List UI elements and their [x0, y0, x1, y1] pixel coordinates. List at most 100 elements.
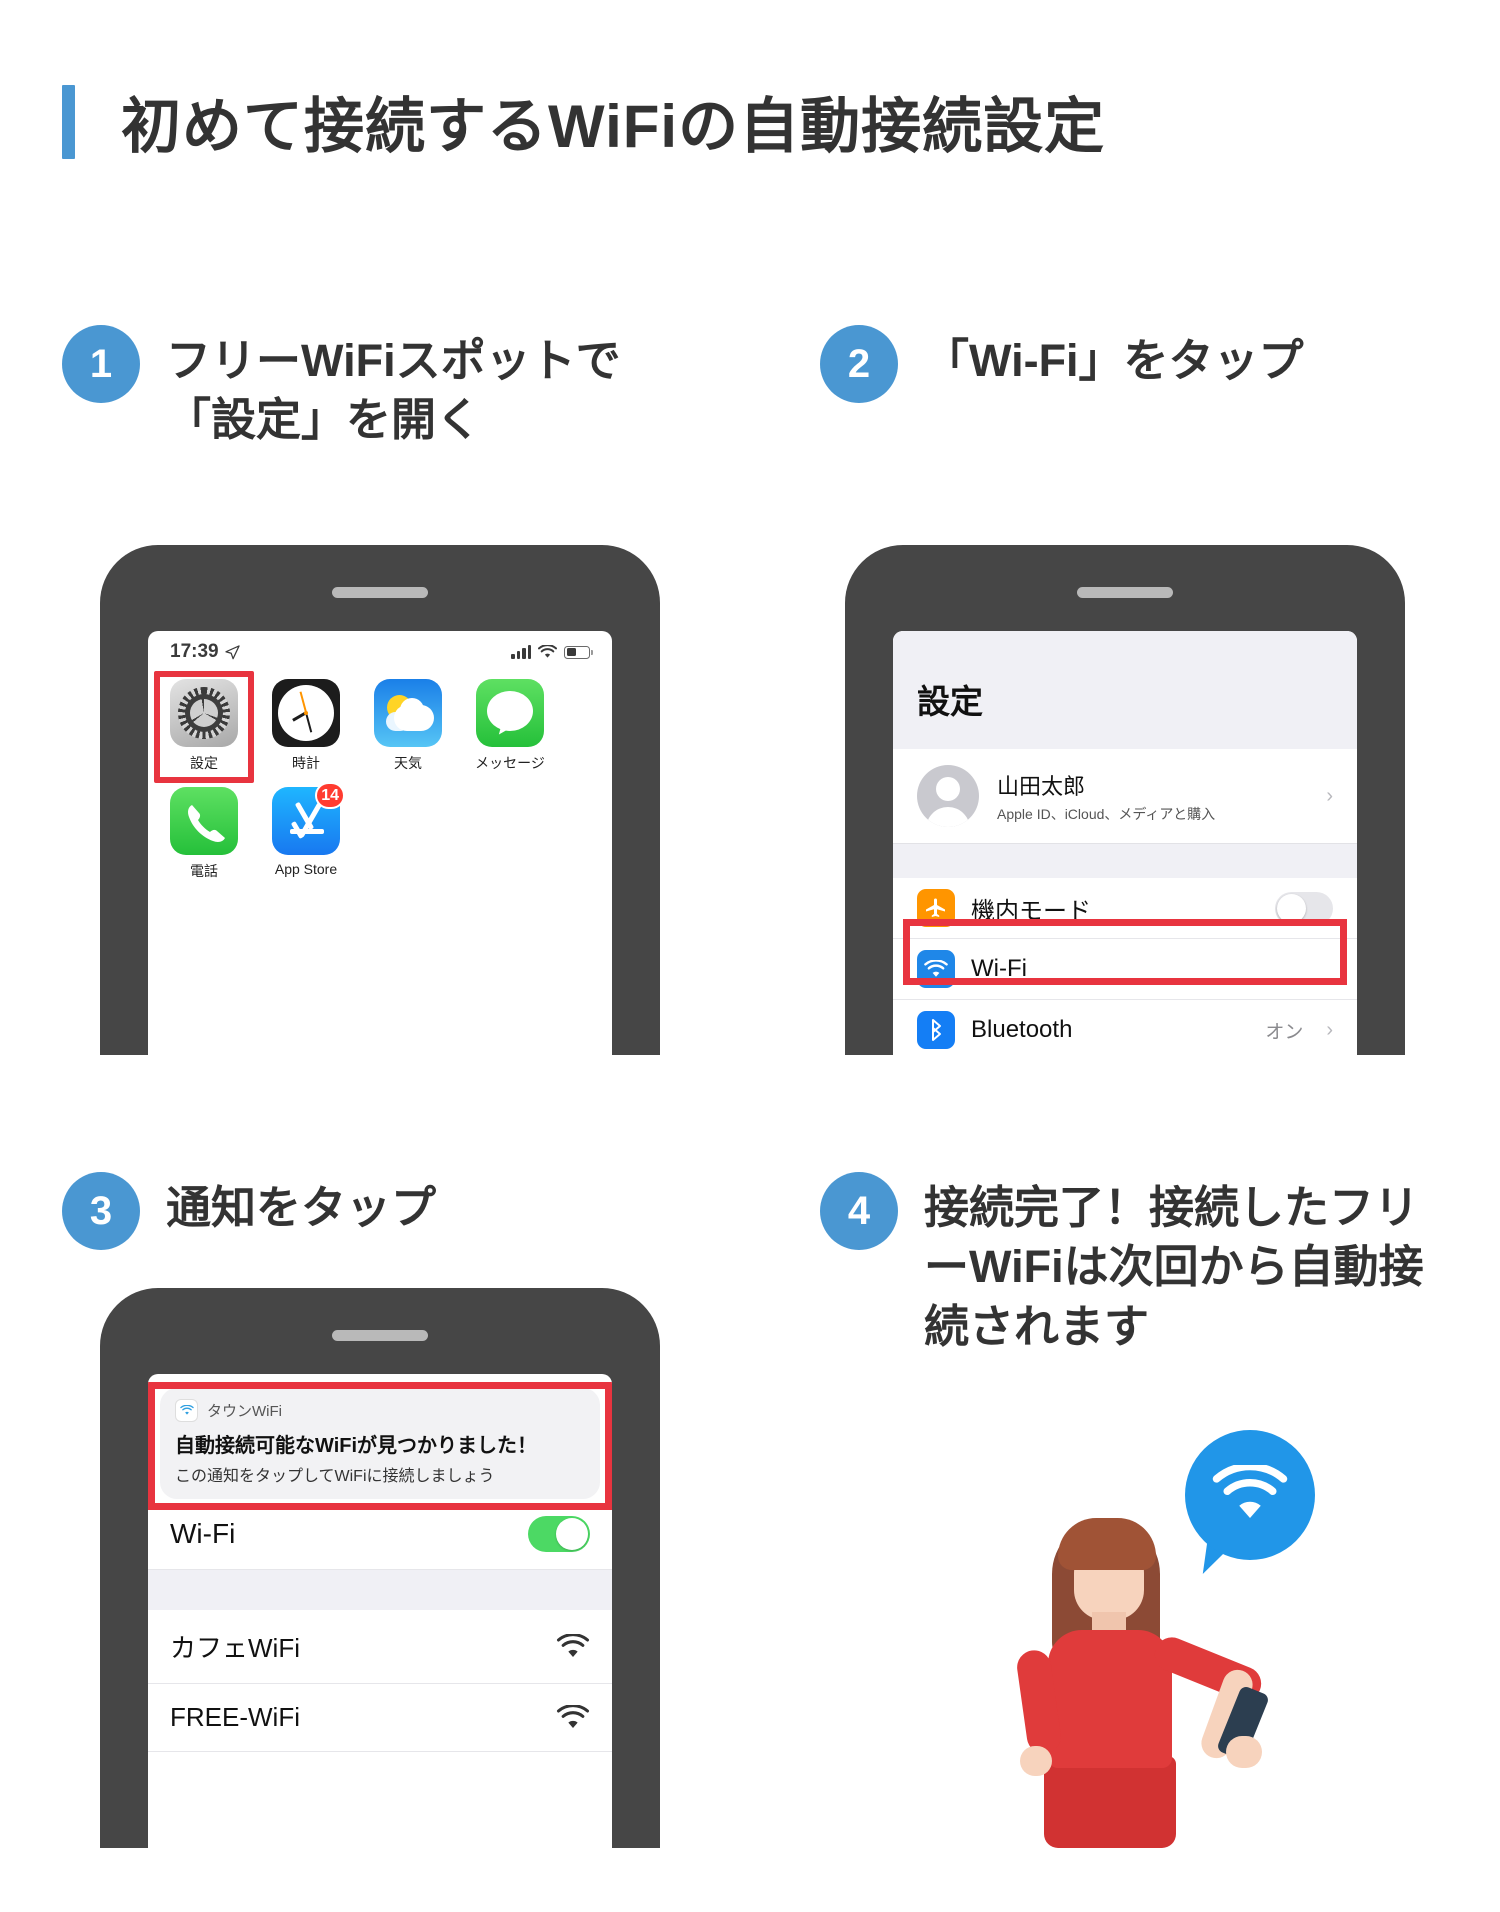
step-4-label: 接続完了！接続したフリーWiFiは次回から自動接続されます: [924, 1182, 1424, 1352]
phone-mockup-home-screen: 17:39 設定 時計 天気 メッセージ 電話 14 App Store: [100, 545, 660, 1055]
app-label-clock: 時計: [292, 755, 320, 771]
app-label-app-store: App Store: [274, 861, 338, 877]
status-bar: 17:39: [148, 631, 612, 673]
phone-speaker-bar: [332, 587, 428, 598]
settings-label-airplane-mode: 機内モード: [971, 897, 1091, 925]
app-icon-weather[interactable]: 天気: [368, 679, 448, 773]
app-row-1: 設定 時計 天気 メッセージ: [154, 671, 596, 783]
status-bar-left: 17:39: [170, 641, 240, 663]
app-store-badge: 14: [315, 782, 345, 809]
right-hand: [1226, 1736, 1262, 1768]
wifi-signal-icon: [556, 1633, 590, 1657]
settings-header: 設定: [893, 631, 1357, 749]
phone-speaker-bar: [332, 1330, 428, 1341]
weather-icon: [374, 679, 442, 747]
account-texts: 山田太郎 Apple ID、iCloud、メディアと購入: [997, 769, 1308, 824]
airplane-icon: [917, 889, 955, 927]
app-grid: 設定 時計 天気 メッセージ 電話 14 App Store: [148, 671, 612, 895]
settings-row-bluetooth[interactable]: Bluetooth オン ›: [893, 1000, 1357, 1055]
app-label-weather: 天気: [394, 755, 422, 771]
skirt: [1044, 1756, 1176, 1848]
app-icon-clock[interactable]: 時計: [266, 679, 346, 773]
wifi-signal-icon: [556, 1704, 590, 1728]
hair-front: [1058, 1518, 1156, 1570]
phone-icon: [170, 787, 238, 855]
step-2-header: 2 「Wi-Fi」をタップ: [820, 325, 1394, 403]
app-label-settings: 設定: [190, 755, 218, 771]
chevron-right-icon: ›: [1326, 784, 1333, 807]
phone-mockup-notification-screen: タウンWiFi 自動接続可能なWiFiが見つかりました！ この通知をタップしてW…: [100, 1288, 660, 1848]
network-row-free[interactable]: FREE-WiFi: [148, 1684, 612, 1752]
app-icon-settings[interactable]: 設定: [154, 671, 254, 783]
location-arrow-icon: [224, 644, 240, 659]
wifi-icon: [175, 1399, 198, 1422]
account-subtitle: Apple ID、iCloud、メディアと購入: [997, 805, 1216, 822]
step-3-header: 3 通知をタップ: [62, 1172, 436, 1250]
step-3-badge: 3: [62, 1172, 140, 1250]
cellular-signal-icon: [511, 645, 531, 659]
notification-title: 自動接続可能なWiFiが見つかりました！: [175, 1435, 538, 1457]
settings-title: 設定: [917, 683, 983, 720]
app-row-2: 電話 14 App Store: [164, 782, 596, 881]
settings-section-gap: [893, 844, 1357, 878]
woman-illustration: [1000, 1518, 1300, 1848]
phone1-screen: 17:39 設定 時計 天気 メッセージ 電話 14 App Store: [148, 631, 612, 1055]
app-icon-phone[interactable]: 電話: [164, 787, 244, 881]
settings-gear-icon: [170, 679, 238, 747]
settings-app: 設定 山田太郎 Apple ID、iCloud、メディアと購入 › 機内モード: [893, 631, 1357, 1055]
page-title: 初めて接続するWiFiの自動接続設定: [62, 78, 1105, 165]
step-1-label: フリーWiFiスポットで「設定」を開く: [166, 335, 621, 446]
phone3-screen: タウンWiFi 自動接続可能なWiFiが見つかりました！ この通知をタップしてW…: [148, 1374, 612, 1848]
settings-row-airplane-mode[interactable]: 機内モード: [893, 878, 1357, 939]
infographic-page: 初めて接続するWiFiの自動接続設定 1 フリーWiFiスポットで「設定」を開く…: [0, 0, 1500, 1912]
avatar: [917, 765, 979, 827]
step-4-badge: 4: [820, 1172, 898, 1250]
wifi-toggle-label: Wi-Fi: [170, 1518, 236, 1549]
phone2-screen: 設定 山田太郎 Apple ID、iCloud、メディアと購入 › 機内モード: [893, 631, 1357, 1055]
title-text: 初めて接続するWiFiの自動接続設定: [121, 93, 1106, 160]
step-3-label: 通知をタップ: [166, 1182, 437, 1233]
wifi-icon: [917, 950, 955, 988]
app-icon-app-store[interactable]: 14 App Store: [266, 782, 346, 881]
status-bar-right: [511, 645, 593, 659]
left-hand: [1020, 1746, 1052, 1776]
account-name: 山田太郎: [997, 773, 1086, 799]
notification-banner[interactable]: タウンWiFi 自動接続可能なWiFiが見つかりました！ この通知をタップしてW…: [160, 1388, 600, 1499]
settings-label-wifi: Wi-Fi: [971, 955, 1027, 982]
notification-body: この通知をタップしてWiFiに接続しましょう: [175, 1468, 495, 1485]
step-2-label: 「Wi-Fi」をタップ: [924, 335, 1304, 386]
battery-icon: [564, 645, 593, 659]
wifi-icon: [1212, 1465, 1288, 1519]
settings-label-bluetooth: Bluetooth: [971, 1016, 1073, 1043]
torso: [1048, 1630, 1172, 1768]
network-name: FREE-WiFi: [170, 1702, 300, 1732]
wifi-section-gap: [148, 1570, 612, 1610]
wifi-toggle-row[interactable]: Wi-Fi: [148, 1499, 612, 1570]
settings-row-wifi[interactable]: Wi-Fi: [893, 939, 1357, 1000]
phone-speaker-bar: [1077, 587, 1173, 598]
phone-mockup-settings-screen: 設定 山田太郎 Apple ID、iCloud、メディアと購入 › 機内モード: [845, 545, 1405, 1055]
step-2-badge: 2: [820, 325, 898, 403]
step-1-badge: 1: [62, 325, 140, 403]
messages-icon: [476, 679, 544, 747]
chevron-right-icon: ›: [1326, 1018, 1333, 1041]
apple-id-row[interactable]: 山田太郎 Apple ID、iCloud、メディアと購入 ›: [893, 749, 1357, 844]
notification-header: タウンWiFi: [175, 1399, 585, 1422]
airplane-mode-toggle[interactable]: [1275, 891, 1333, 925]
bluetooth-value: オン: [1265, 1021, 1304, 1043]
wifi-icon: [538, 645, 557, 658]
network-row-cafe[interactable]: カフェWiFi: [148, 1610, 612, 1684]
network-name: カフェWiFi: [170, 1633, 300, 1663]
app-icon-messages[interactable]: メッセージ: [470, 679, 550, 773]
step-1-header: 1 フリーWiFiスポットで「設定」を開く: [62, 325, 646, 450]
step-4-illustration: [1000, 1430, 1360, 1850]
clock-icon: [272, 679, 340, 747]
status-time: 17:39: [170, 641, 219, 662]
app-label-messages: メッセージ: [475, 755, 545, 771]
bluetooth-icon: [917, 1011, 955, 1049]
app-label-phone: 電話: [190, 863, 218, 879]
step-4-header: 4 接続完了！接続したフリーWiFiは次回から自動接続されます: [820, 1172, 1424, 1356]
title-accent-bar: [62, 84, 75, 159]
notification-app-name: タウンWiFi: [207, 1403, 282, 1420]
wifi-toggle[interactable]: [528, 1516, 590, 1552]
